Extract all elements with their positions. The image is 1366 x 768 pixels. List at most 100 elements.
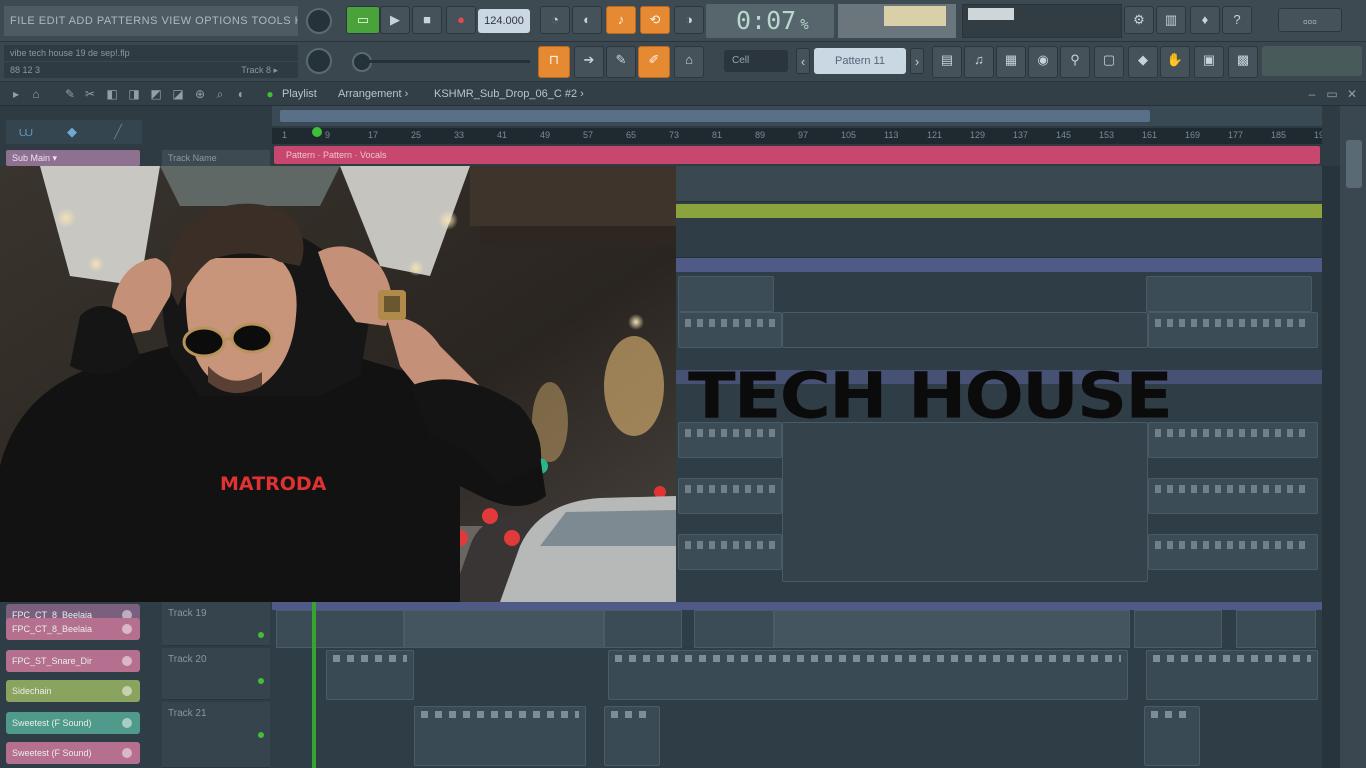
blue-pattern-strip[interactable]	[676, 258, 1322, 272]
master-slider[interactable]	[368, 60, 530, 63]
track-header[interactable]: Track 19	[162, 602, 270, 646]
news-panel[interactable]	[1262, 46, 1362, 76]
wait-for-input-button[interactable]: ◐	[572, 6, 602, 34]
playlist-clip[interactable]	[1236, 610, 1316, 648]
track-header[interactable]: Track 20	[162, 648, 270, 700]
playlist-clip[interactable]	[1146, 276, 1312, 312]
snap-selector[interactable]: Cell	[724, 50, 788, 72]
piano-tool-icon[interactable]: ⩊	[6, 120, 46, 144]
playlist-clip[interactable]	[1148, 534, 1318, 570]
channel-item[interactable]: FPC_ST_Snare_Dir	[6, 650, 140, 672]
help-button[interactable]: ?	[1222, 6, 1252, 34]
playlist-clip[interactable]	[604, 610, 682, 648]
playlist-clip[interactable]	[326, 650, 414, 700]
vertical-scroll-thumb[interactable]	[1346, 140, 1362, 188]
window-controls[interactable]: ▫▫▫	[1278, 8, 1342, 32]
snap-tool-button[interactable]: ⊓	[538, 46, 570, 78]
tool-icon-2[interactable]: ✂	[82, 86, 98, 102]
playhead[interactable]	[312, 602, 316, 768]
playlist-clip[interactable]	[782, 312, 1148, 348]
playlist-clip[interactable]	[678, 276, 774, 312]
pattern-prev[interactable]: ‹	[796, 48, 810, 74]
channel-item[interactable]: Sweetest (F Sound)	[6, 742, 140, 764]
stop-button[interactable]: ■	[412, 6, 442, 34]
timeline-ruler[interactable]: 1 9 17 25 33 41 49 57 65 73 81 89 97 105 113 121 129 137 1…	[272, 128, 1322, 144]
playlist-shortcut[interactable]: ▤	[932, 46, 962, 78]
home-icon[interactable]: ⌂	[28, 86, 44, 102]
playlist-clip[interactable]	[1134, 610, 1222, 648]
overview-window[interactable]	[280, 110, 1150, 122]
crumb-arrangement[interactable]: Arrangement ›	[338, 82, 408, 106]
pencil-button[interactable]: ✐	[638, 46, 670, 78]
typing-keyboard-button[interactable]: ⌂	[674, 46, 704, 78]
close-icon[interactable]: ✕	[1344, 86, 1360, 102]
lane-row[interactable]	[676, 218, 1322, 258]
playlist-clip[interactable]	[694, 610, 774, 648]
automation-tool-icon[interactable]: ╱	[98, 120, 138, 144]
mixer-button[interactable]: ▥	[1156, 6, 1186, 34]
metronome-button[interactable]: ◔	[540, 6, 570, 34]
mic-button[interactable]: ♦	[1190, 6, 1220, 34]
automation-lane[interactable]	[676, 166, 1322, 202]
master-pitch-knob[interactable]	[306, 48, 332, 74]
vertical-scrollbar[interactable]	[1340, 106, 1366, 768]
playlist-clip[interactable]	[1148, 478, 1318, 514]
piano-roll-shortcut[interactable]: ♫	[964, 46, 994, 78]
tool-icon-6[interactable]: ◪	[170, 86, 186, 102]
green-pattern-strip[interactable]	[676, 204, 1322, 218]
online-shortcut[interactable]: ▩	[1228, 46, 1258, 78]
playlist-clip[interactable]	[414, 706, 586, 766]
record-button[interactable]: ●	[446, 6, 476, 34]
video-shortcut[interactable]: ▣	[1194, 46, 1224, 78]
master-volume-knob[interactable]	[306, 8, 332, 34]
plugin-picker-shortcut[interactable]: ✋	[1160, 46, 1190, 78]
vocal-pattern-lane[interactable]: Pattern · Pattern · Vocals	[274, 146, 1320, 164]
loop-record-button[interactable]: ⟲	[640, 6, 670, 34]
playlist-clip[interactable]	[1146, 650, 1318, 700]
blue-pattern-strip-3[interactable]	[272, 602, 1322, 610]
tool-icon-3[interactable]: ◧	[104, 86, 120, 102]
left-pattern-item[interactable]: Sub Main ▾	[6, 150, 140, 166]
mixer-shortcut[interactable]: ◉	[1028, 46, 1058, 78]
playlist-clip[interactable]	[608, 650, 1128, 700]
channel-item[interactable]: Sweetest (F Sound)	[6, 712, 140, 734]
song-position-display[interactable]: 0:07%	[706, 4, 834, 38]
playlist-clip[interactable]	[678, 312, 782, 348]
tool-icon-4[interactable]: ◨	[126, 86, 142, 102]
playlist-clip[interactable]	[404, 610, 604, 648]
audio-tool-icon[interactable]: ◆	[52, 120, 92, 144]
track-header[interactable]: Track 21	[162, 702, 270, 768]
maximize-icon[interactable]: ▭	[1324, 86, 1340, 102]
tool-icon-5[interactable]: ◩	[148, 86, 164, 102]
cpu-button[interactable]: ⚙	[1124, 6, 1154, 34]
pattern-next[interactable]: ›	[910, 48, 924, 74]
playlist-clip[interactable]	[1144, 706, 1200, 766]
project-shortcut[interactable]: ▢	[1094, 46, 1124, 78]
channel-rack-shortcut[interactable]: ▦	[996, 46, 1026, 78]
pattern-song-toggle[interactable]: ▭	[346, 6, 380, 34]
step-edit-button[interactable]: ◑	[674, 6, 704, 34]
tool-icon-7[interactable]: ⊕	[192, 86, 208, 102]
playlist-clip[interactable]	[276, 610, 404, 648]
playlist-clip[interactable]	[774, 610, 1130, 648]
tempo-display[interactable]: 124.000	[478, 9, 530, 33]
countdown-button[interactable]: ♪	[606, 6, 636, 34]
playlist-clip[interactable]	[782, 422, 1148, 582]
speaker-icon[interactable]: ◖	[232, 86, 248, 102]
channel-item[interactable]: Sidechain	[6, 680, 140, 702]
zoom-icon[interactable]: ⌕	[212, 86, 228, 102]
arrow-button[interactable]: ➔	[574, 46, 604, 78]
play-button[interactable]: ▶	[380, 6, 410, 34]
playlist-clip[interactable]	[678, 534, 782, 570]
pattern-selector[interactable]: Pattern 11	[814, 48, 906, 74]
playlist-clip[interactable]	[1148, 312, 1318, 348]
crumb-playlist[interactable]: Playlist	[282, 82, 317, 106]
brush-button[interactable]: ✎	[606, 46, 636, 78]
minimize-icon[interactable]: ‒	[1304, 86, 1320, 102]
touch-controller-shortcut[interactable]: ◆	[1128, 46, 1158, 78]
playlist-clip[interactable]	[678, 478, 782, 514]
tool-icon-1[interactable]: ✎	[62, 86, 78, 102]
playback-marker[interactable]	[312, 127, 322, 137]
playlist-clip[interactable]	[604, 706, 660, 766]
arrow-icon[interactable]: ▸	[8, 86, 24, 102]
